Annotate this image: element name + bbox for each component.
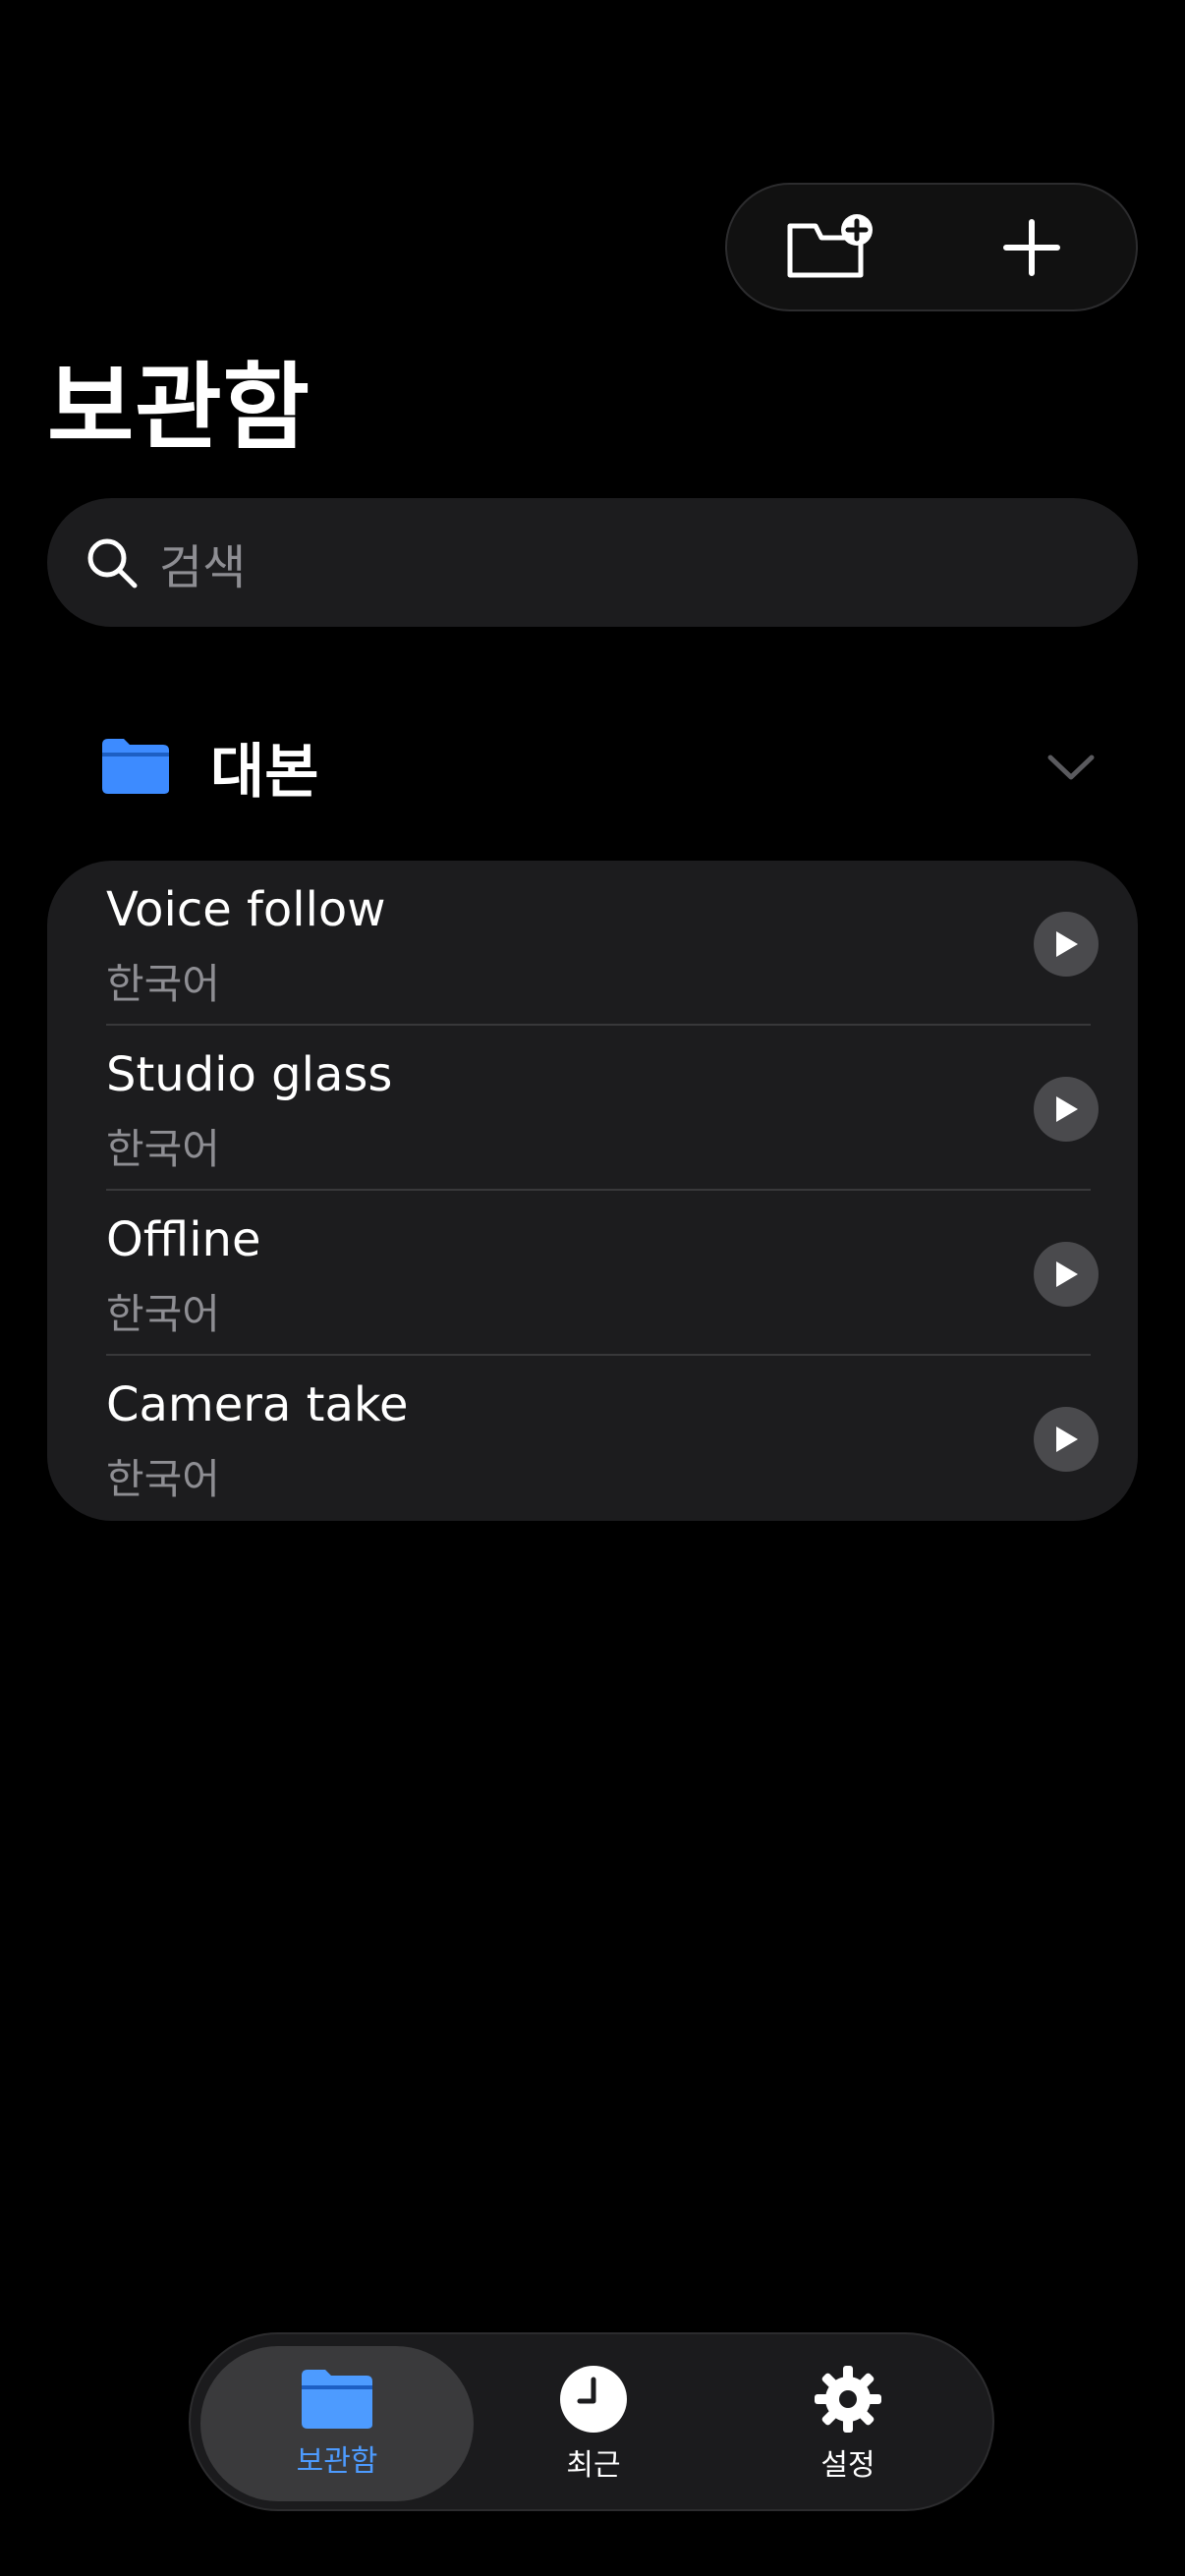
tab-label: 보관함 (296, 2444, 378, 2479)
tab-recent[interactable]: 최근 (457, 2346, 730, 2501)
tab-label: 최근 (566, 2448, 621, 2483)
play-icon (1056, 1261, 1078, 1287)
folder-icon (102, 739, 169, 794)
item-title: Offline (106, 1212, 261, 1267)
search-field[interactable]: 검색 (47, 498, 1138, 627)
list-item[interactable]: Offline 한국어 (47, 1191, 1138, 1356)
plus-icon (1003, 218, 1060, 276)
item-language: 한국어 (106, 960, 220, 1008)
tab-bar: 보관함 최근 설정 (189, 2332, 994, 2511)
folder-name: 대본 (210, 737, 319, 807)
library-screen: 보관함 검색 대본 Voice follow 한국어 Studio glass … (0, 0, 1185, 2576)
search-placeholder: 검색 (159, 539, 247, 595)
item-language: 한국어 (106, 1290, 220, 1338)
list-item[interactable]: Studio glass 한국어 (47, 1026, 1138, 1191)
item-language: 한국어 (106, 1125, 220, 1173)
item-language: 한국어 (106, 1455, 220, 1503)
chevron-down-icon (1047, 755, 1095, 780)
collapse-button[interactable] (1042, 742, 1100, 791)
new-folder-button[interactable] (782, 198, 880, 297)
play-button[interactable] (1034, 912, 1099, 977)
item-title: Studio glass (106, 1047, 393, 1102)
item-title: Camera take (106, 1377, 409, 1432)
play-button[interactable] (1034, 1077, 1099, 1142)
clock-icon (560, 2366, 627, 2433)
script-list: Voice follow 한국어 Studio glass 한국어 Offlin… (47, 861, 1138, 1521)
list-item[interactable]: Camera take 한국어 (47, 1356, 1138, 1521)
top-action-bar (725, 183, 1138, 311)
play-icon (1056, 931, 1078, 957)
folder-header[interactable]: 대본 (98, 722, 1100, 811)
gear-icon (815, 2366, 881, 2433)
item-title: Voice follow (106, 882, 386, 937)
folder-plus-icon (787, 213, 873, 277)
folder-icon (302, 2370, 372, 2429)
play-icon (1056, 1427, 1078, 1452)
tab-settings[interactable]: 설정 (711, 2346, 985, 2501)
page-title: 보관함 (47, 353, 310, 463)
tab-label: 설정 (820, 2448, 875, 2483)
add-button[interactable] (983, 198, 1081, 297)
list-item[interactable]: Voice follow 한국어 (47, 861, 1138, 1026)
search-icon (87, 538, 138, 588)
play-button[interactable] (1034, 1407, 1099, 1472)
tab-library[interactable]: 보관함 (200, 2346, 474, 2501)
play-button[interactable] (1034, 1242, 1099, 1307)
play-icon (1056, 1096, 1078, 1122)
